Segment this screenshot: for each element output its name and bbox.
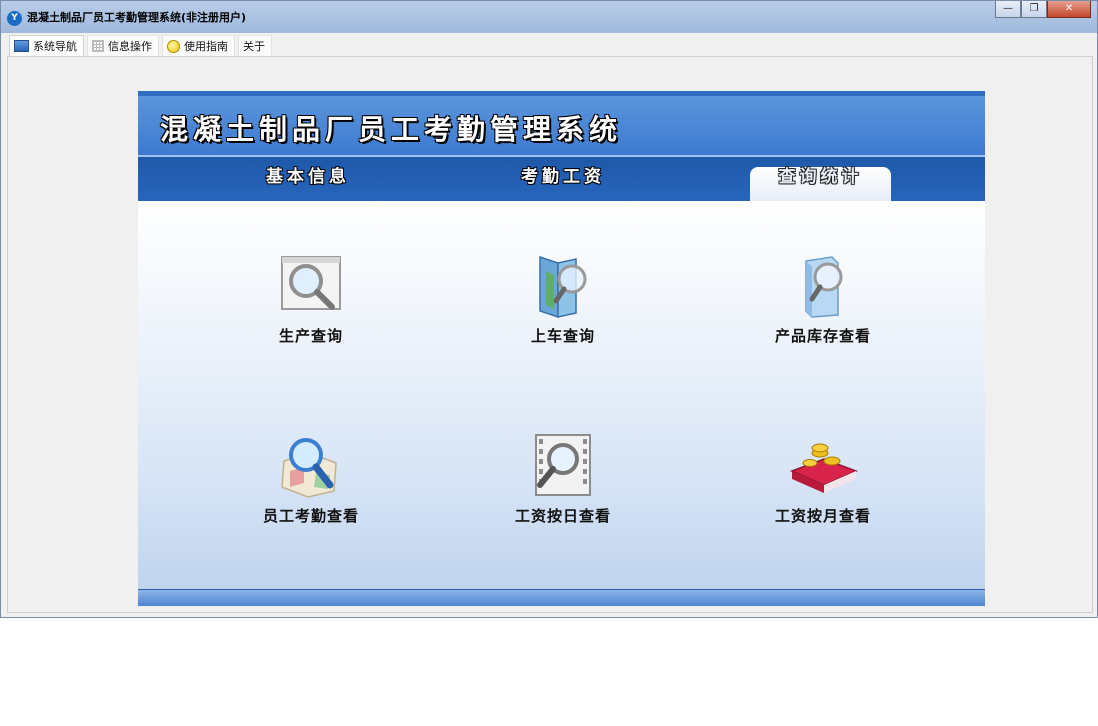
menu-item-about[interactable]: 关于 (238, 35, 272, 57)
film-magnifier-icon (535, 434, 591, 496)
tile-daily-salary-view[interactable]: 工资按日查看 (473, 431, 653, 526)
window-controls: — ❐ ✕ (995, 1, 1091, 19)
minimize-icon[interactable]: — (995, 1, 1021, 18)
tile-inventory-view[interactable]: 产品库存查看 (733, 251, 913, 346)
menu-item-info-ops[interactable]: 信息操作 (87, 35, 159, 57)
app-icon: Y (7, 11, 22, 26)
book-coins-icon (790, 443, 858, 493)
tab-strip: 基本信息 考勤工资 查询统计 (138, 157, 985, 201)
header-banner: 混凝土制品厂员工考勤管理系统 (138, 91, 985, 157)
tile-label: 工资按月查看 (774, 507, 871, 525)
menu-bar: 系统导航 信息操作 使用指南 关于 (9, 35, 275, 57)
menu-item-label: 信息操作 (108, 40, 152, 53)
tile-attendance-view[interactable]: 员工考勤查看 (221, 431, 401, 526)
menu-item-system-nav[interactable]: 系统导航 (9, 35, 84, 57)
tile-label: 员工考勤查看 (262, 507, 359, 525)
tab-attendance-salary[interactable]: 考勤工资 (488, 157, 638, 201)
map-magnifier-icon (281, 438, 337, 498)
window-title: 混凝土制品厂员工考勤管理系统(非注册用户) (27, 11, 247, 24)
monitor-icon (14, 40, 29, 52)
close-icon[interactable]: ✕ (1047, 1, 1091, 18)
tile-label: 工资按日查看 (514, 507, 611, 525)
menu-item-label: 关于 (243, 40, 265, 53)
tile-label: 生产查询 (278, 327, 343, 345)
tab-basic-info[interactable]: 基本信息 (233, 157, 383, 201)
magnifier-window-icon (281, 256, 341, 310)
grid-icon (92, 40, 104, 52)
tile-monthly-salary-view[interactable]: 工资按月查看 (733, 431, 913, 526)
restore-icon[interactable]: ❐ (1021, 1, 1047, 18)
menu-item-label: 使用指南 (184, 40, 228, 53)
tile-production-query[interactable]: 生产查询 (221, 251, 401, 346)
folder-magnifier-icon (539, 255, 587, 319)
tab-query-stats[interactable]: 查询统计 (750, 167, 891, 201)
app-window: Y 混凝土制品厂员工考勤管理系统(非注册用户) — ❐ ✕ 系统导航 信息操作 … (0, 0, 1098, 618)
help-icon (167, 39, 180, 53)
banner-title: 混凝土制品厂员工考勤管理系统 (160, 113, 623, 146)
tile-label: 上车查询 (530, 327, 595, 345)
tile-label: 产品库存查看 (774, 327, 871, 345)
panel-footer (138, 589, 985, 606)
tile-area: 生产查询 上车查询 产品库存查看 员工考勤查看 工资按日查看 工资按月查看 (138, 201, 985, 589)
menu-item-label: 系统导航 (33, 40, 77, 53)
title-bar[interactable]: Y 混凝土制品厂员工考勤管理系统(非注册用户) — ❐ ✕ (1, 1, 1097, 33)
menu-item-guide[interactable]: 使用指南 (162, 35, 235, 57)
box-magnifier-icon (805, 256, 843, 318)
tile-loading-query[interactable]: 上车查询 (473, 251, 653, 346)
main-panel: 混凝土制品厂员工考勤管理系统 基本信息 考勤工资 查询统计 生产查询 上车查询 … (138, 91, 985, 606)
